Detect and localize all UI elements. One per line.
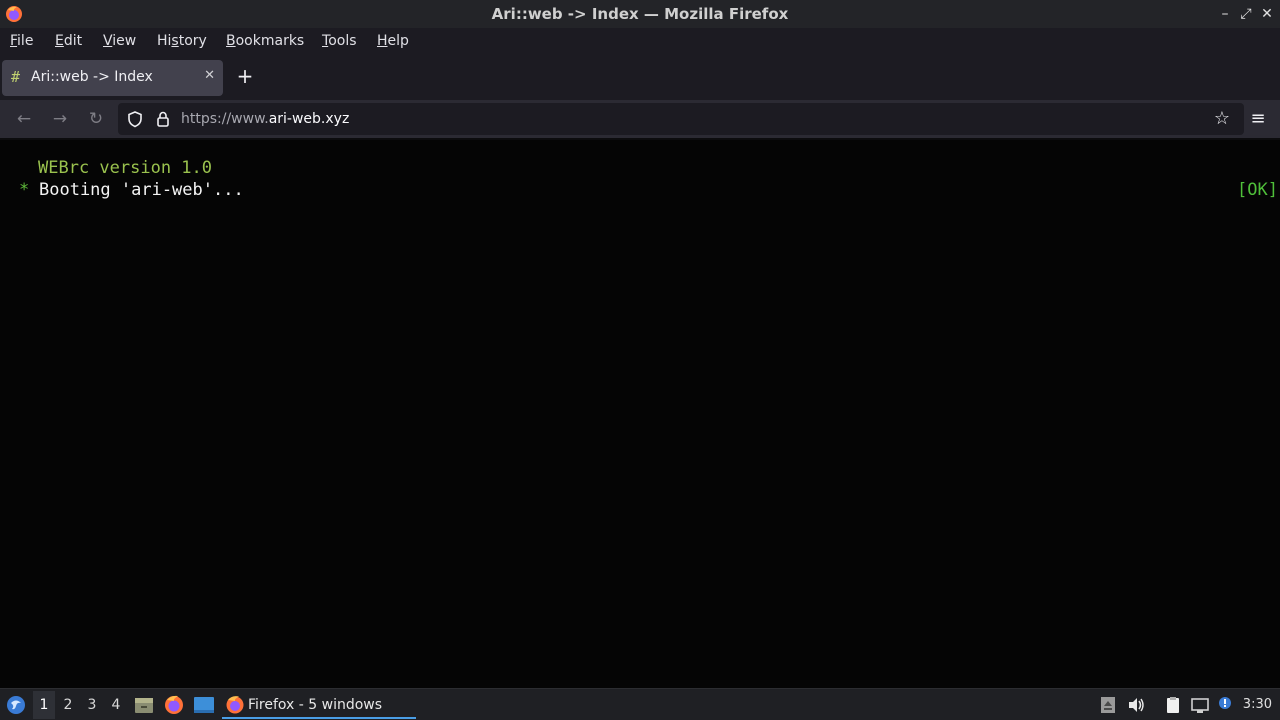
tracking-protection-shield-icon[interactable] bbox=[126, 110, 144, 128]
bookmark-star-icon[interactable]: ☆ bbox=[1214, 108, 1230, 129]
task-firefox[interactable]: Firefox - 5 windows bbox=[222, 691, 416, 719]
start-menu-icon[interactable] bbox=[5, 694, 27, 716]
menu-view[interactable]: View bbox=[103, 33, 136, 49]
firefox-task-icon bbox=[226, 696, 244, 714]
navigation-toolbar: ← → ↻ https://www.ari-web.xyz ☆ ≡ bbox=[0, 100, 1280, 138]
volume-icon[interactable] bbox=[1127, 696, 1145, 714]
file-manager-icon[interactable] bbox=[133, 694, 155, 716]
webrc-version-line: WEBrc version 1.0 bbox=[38, 158, 212, 178]
close-window-button[interactable]: ✕ bbox=[1259, 5, 1275, 23]
menubar: File Edit View History Bookmarks Tools H… bbox=[0, 28, 1280, 56]
menu-tools[interactable]: Tools bbox=[322, 33, 357, 49]
url-bar[interactable]: https://www.ari-web.xyz ☆ bbox=[118, 103, 1244, 135]
firefox-launcher-icon[interactable] bbox=[163, 694, 185, 716]
menu-help[interactable]: Help bbox=[377, 33, 409, 49]
clock[interactable]: 3:30 bbox=[1243, 697, 1272, 712]
notification-icon[interactable] bbox=[1216, 696, 1234, 714]
window-title: Ari::web -> Index — Mozilla Firefox bbox=[491, 5, 789, 23]
menu-history[interactable]: History bbox=[157, 33, 207, 49]
hash-favicon-icon: # bbox=[11, 68, 21, 86]
app-menu-hamburger-icon[interactable]: ≡ bbox=[1248, 108, 1268, 130]
workspace-3[interactable]: 3 bbox=[81, 697, 103, 719]
reload-button[interactable]: ↻ bbox=[84, 107, 108, 131]
menu-bookmarks[interactable]: Bookmarks bbox=[226, 33, 304, 49]
forward-button[interactable]: → bbox=[48, 107, 72, 131]
workspace-4[interactable]: 4 bbox=[105, 697, 127, 719]
workspace-1[interactable]: 1 bbox=[33, 691, 55, 719]
task-label: Firefox - 5 windows bbox=[248, 697, 383, 713]
booting-line: Booting 'ari-web'... bbox=[39, 180, 244, 200]
tab-title: Ari::web -> Index bbox=[31, 69, 153, 85]
taskbar: 1 2 3 4 Firefox - 5 windows 3:30 bbox=[0, 688, 1280, 720]
boot-status-ok: [OK] bbox=[1237, 180, 1278, 200]
lock-icon[interactable] bbox=[154, 110, 172, 128]
tab-strip: # Ari::web -> Index ✕ + bbox=[0, 56, 1280, 100]
desktop-icon[interactable] bbox=[193, 694, 215, 716]
clipboard-icon[interactable] bbox=[1164, 696, 1182, 714]
restore-button[interactable]: ⤢ bbox=[1238, 5, 1254, 23]
boot-bullet: * bbox=[19, 180, 30, 200]
minimize-button[interactable]: – bbox=[1217, 5, 1233, 23]
workspace-2[interactable]: 2 bbox=[57, 697, 79, 719]
tab-ari-web[interactable]: # Ari::web -> Index ✕ bbox=[2, 60, 223, 96]
menu-file[interactable]: File bbox=[10, 33, 33, 49]
window-titlebar: Ari::web -> Index — Mozilla Firefox – ⤢ … bbox=[0, 0, 1280, 28]
new-tab-button[interactable]: + bbox=[234, 65, 256, 89]
menu-edit[interactable]: Edit bbox=[55, 33, 82, 49]
page-content: WEBrc version 1.0 * Booting 'ari-web'...… bbox=[0, 140, 1280, 688]
back-button[interactable]: ← bbox=[12, 107, 36, 131]
url-text[interactable]: https://www.ari-web.xyz bbox=[181, 111, 349, 127]
eject-icon[interactable] bbox=[1099, 696, 1117, 714]
tab-close-icon[interactable]: ✕ bbox=[204, 68, 215, 83]
network-icon[interactable] bbox=[1191, 696, 1209, 714]
